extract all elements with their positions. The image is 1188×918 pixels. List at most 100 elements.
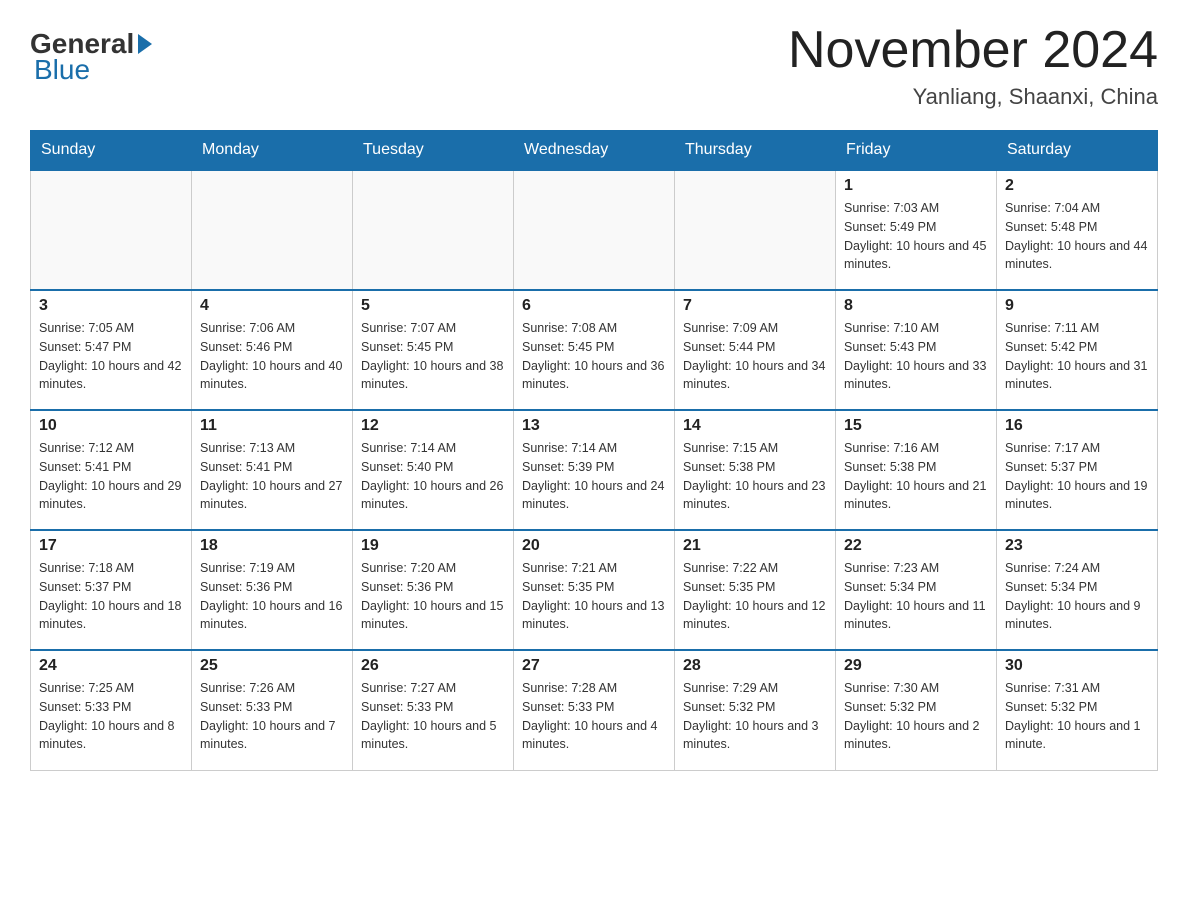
calendar-week-4: 17 Sunrise: 7:18 AMSunset: 5:37 PMDayligh… [31, 530, 1158, 650]
calendar-table: SundayMondayTuesdayWednesdayThursdayFrid… [30, 130, 1158, 771]
calendar-cell: 1 Sunrise: 7:03 AMSunset: 5:49 PMDaylight… [836, 170, 997, 290]
calendar-cell: 16Sunrise: 7:17 AMSunset: 5:37 PMDayligh… [997, 410, 1158, 530]
day-info: Sunrise: 7:31 AMSunset: 5:32 PMDaylight:… [1005, 679, 1149, 754]
day-info: Sunrise: 7:14 AMSunset: 5:39 PMDaylight:… [522, 439, 666, 514]
weekday-header-row: SundayMondayTuesdayWednesdayThursdayFrid… [31, 131, 1158, 171]
day-number: 28 [683, 657, 827, 675]
calendar-cell: 17 Sunrise: 7:18 AMSunset: 5:37 PMDayligh… [31, 530, 192, 650]
day-info: Sunrise: 7:10 AMSunset: 5:43 PMDaylight:… [844, 319, 988, 394]
day-number: 10 [39, 417, 183, 435]
calendar-cell [675, 170, 836, 290]
day-info: Sunrise: 7:26 AMSunset: 5:33 PMDaylight:… [200, 679, 344, 754]
day-info: Sunrise: 7:04 AMSunset: 5:48 PMDaylight:… [1005, 199, 1149, 274]
calendar-week-3: 10 Sunrise: 7:12 AMSunset: 5:41 PMDayligh… [31, 410, 1158, 530]
calendar-cell: 24 Sunrise: 7:25 AMSunset: 5:33 PMDayligh… [31, 650, 192, 770]
day-info: Sunrise: 7:11 AMSunset: 5:42 PMDaylight:… [1005, 319, 1149, 394]
day-number: 9 [1005, 297, 1149, 315]
day-info: Sunrise: 7:30 AMSunset: 5:32 PMDaylight:… [844, 679, 988, 754]
day-info: Sunrise: 7:27 AMSunset: 5:33 PMDaylight:… [361, 679, 505, 754]
day-number: 14 [683, 417, 827, 435]
calendar-cell: 30 Sunrise: 7:31 AMSunset: 5:32 PMDayligh… [997, 650, 1158, 770]
calendar-cell: 23 Sunrise: 7:24 AMSunset: 5:34 PMDayligh… [997, 530, 1158, 650]
calendar-cell: 21 Sunrise: 7:22 AMSunset: 5:35 PMDayligh… [675, 530, 836, 650]
calendar-cell [192, 170, 353, 290]
calendar-cell [514, 170, 675, 290]
page-header: General Blue November 2024 Yanliang, Sha… [30, 20, 1158, 110]
calendar-cell: 22 Sunrise: 7:23 AMSunset: 5:34 PMDayligh… [836, 530, 997, 650]
calendar-cell: 14Sunrise: 7:15 AMSunset: 5:38 PMDayligh… [675, 410, 836, 530]
calendar-cell: 28 Sunrise: 7:29 AMSunset: 5:32 PMDayligh… [675, 650, 836, 770]
calendar-week-1: 1 Sunrise: 7:03 AMSunset: 5:49 PMDaylight… [31, 170, 1158, 290]
day-info: Sunrise: 7:28 AMSunset: 5:33 PMDaylight:… [522, 679, 666, 754]
day-info: Sunrise: 7:12 AMSunset: 5:41 PMDaylight:… [39, 439, 183, 514]
day-info: Sunrise: 7:14 AMSunset: 5:40 PMDaylight:… [361, 439, 505, 514]
day-info: Sunrise: 7:23 AMSunset: 5:34 PMDaylight:… [844, 559, 988, 634]
day-info: Sunrise: 7:17 AMSunset: 5:37 PMDaylight:… [1005, 439, 1149, 514]
calendar-cell: 25 Sunrise: 7:26 AMSunset: 5:33 PMDayligh… [192, 650, 353, 770]
calendar-cell: 2 Sunrise: 7:04 AMSunset: 5:48 PMDaylight… [997, 170, 1158, 290]
day-info: Sunrise: 7:29 AMSunset: 5:32 PMDaylight:… [683, 679, 827, 754]
calendar-cell: 6 Sunrise: 7:08 AMSunset: 5:45 PMDaylight… [514, 290, 675, 410]
day-info: Sunrise: 7:22 AMSunset: 5:35 PMDaylight:… [683, 559, 827, 634]
day-number: 21 [683, 537, 827, 555]
calendar-cell: 11Sunrise: 7:13 AMSunset: 5:41 PMDayligh… [192, 410, 353, 530]
day-number: 7 [683, 297, 827, 315]
day-number: 27 [522, 657, 666, 675]
day-number: 4 [200, 297, 344, 315]
calendar-cell: 7 Sunrise: 7:09 AMSunset: 5:44 PMDaylight… [675, 290, 836, 410]
day-info: Sunrise: 7:24 AMSunset: 5:34 PMDaylight:… [1005, 559, 1149, 634]
day-number: 2 [1005, 177, 1149, 195]
day-info: Sunrise: 7:03 AMSunset: 5:49 PMDaylight:… [844, 199, 988, 274]
calendar-week-2: 3Sunrise: 7:05 AMSunset: 5:47 PMDaylight… [31, 290, 1158, 410]
calendar-cell: 15 Sunrise: 7:16 AMSunset: 5:38 PMDayligh… [836, 410, 997, 530]
day-number: 29 [844, 657, 988, 675]
calendar-cell: 9 Sunrise: 7:11 AMSunset: 5:42 PMDaylight… [997, 290, 1158, 410]
day-number: 12 [361, 417, 505, 435]
day-info: Sunrise: 7:21 AMSunset: 5:35 PMDaylight:… [522, 559, 666, 634]
day-info: Sunrise: 7:07 AMSunset: 5:45 PMDaylight:… [361, 319, 505, 394]
weekday-header-tuesday: Tuesday [353, 131, 514, 171]
day-number: 5 [361, 297, 505, 315]
weekday-header-friday: Friday [836, 131, 997, 171]
weekday-header-sunday: Sunday [31, 131, 192, 171]
calendar-cell: 3Sunrise: 7:05 AMSunset: 5:47 PMDaylight… [31, 290, 192, 410]
day-number: 6 [522, 297, 666, 315]
day-info: Sunrise: 7:05 AMSunset: 5:47 PMDaylight:… [39, 319, 183, 394]
day-number: 18 [200, 537, 344, 555]
logo: General Blue [30, 30, 156, 86]
day-number: 15 [844, 417, 988, 435]
day-number: 17 [39, 537, 183, 555]
calendar-cell [31, 170, 192, 290]
logo-arrow-icon [138, 34, 152, 54]
calendar-cell: 29 Sunrise: 7:30 AMSunset: 5:32 PMDayligh… [836, 650, 997, 770]
calendar-cell: 4Sunrise: 7:06 AMSunset: 5:46 PMDaylight… [192, 290, 353, 410]
day-info: Sunrise: 7:25 AMSunset: 5:33 PMDaylight:… [39, 679, 183, 754]
calendar-cell: 20 Sunrise: 7:21 AMSunset: 5:35 PMDayligh… [514, 530, 675, 650]
calendar-cell: 18Sunrise: 7:19 AMSunset: 5:36 PMDayligh… [192, 530, 353, 650]
weekday-header-monday: Monday [192, 131, 353, 171]
day-number: 20 [522, 537, 666, 555]
location-title: Yanliang, Shaanxi, China [788, 84, 1158, 110]
calendar-cell [353, 170, 514, 290]
day-number: 22 [844, 537, 988, 555]
month-title: November 2024 [788, 20, 1158, 80]
day-info: Sunrise: 7:16 AMSunset: 5:38 PMDaylight:… [844, 439, 988, 514]
calendar-cell: 13 Sunrise: 7:14 AMSunset: 5:39 PMDayligh… [514, 410, 675, 530]
day-number: 25 [200, 657, 344, 675]
calendar-cell: 26 Sunrise: 7:27 AMSunset: 5:33 PMDayligh… [353, 650, 514, 770]
calendar-cell: 19Sunrise: 7:20 AMSunset: 5:36 PMDayligh… [353, 530, 514, 650]
day-number: 8 [844, 297, 988, 315]
day-info: Sunrise: 7:08 AMSunset: 5:45 PMDaylight:… [522, 319, 666, 394]
day-number: 30 [1005, 657, 1149, 675]
day-info: Sunrise: 7:09 AMSunset: 5:44 PMDaylight:… [683, 319, 827, 394]
day-info: Sunrise: 7:18 AMSunset: 5:37 PMDaylight:… [39, 559, 183, 634]
day-info: Sunrise: 7:13 AMSunset: 5:41 PMDaylight:… [200, 439, 344, 514]
day-info: Sunrise: 7:20 AMSunset: 5:36 PMDaylight:… [361, 559, 505, 634]
weekday-header-saturday: Saturday [997, 131, 1158, 171]
day-number: 1 [844, 177, 988, 195]
day-number: 13 [522, 417, 666, 435]
day-number: 24 [39, 657, 183, 675]
day-number: 26 [361, 657, 505, 675]
day-number: 23 [1005, 537, 1149, 555]
logo-blue-text: Blue [34, 54, 90, 85]
